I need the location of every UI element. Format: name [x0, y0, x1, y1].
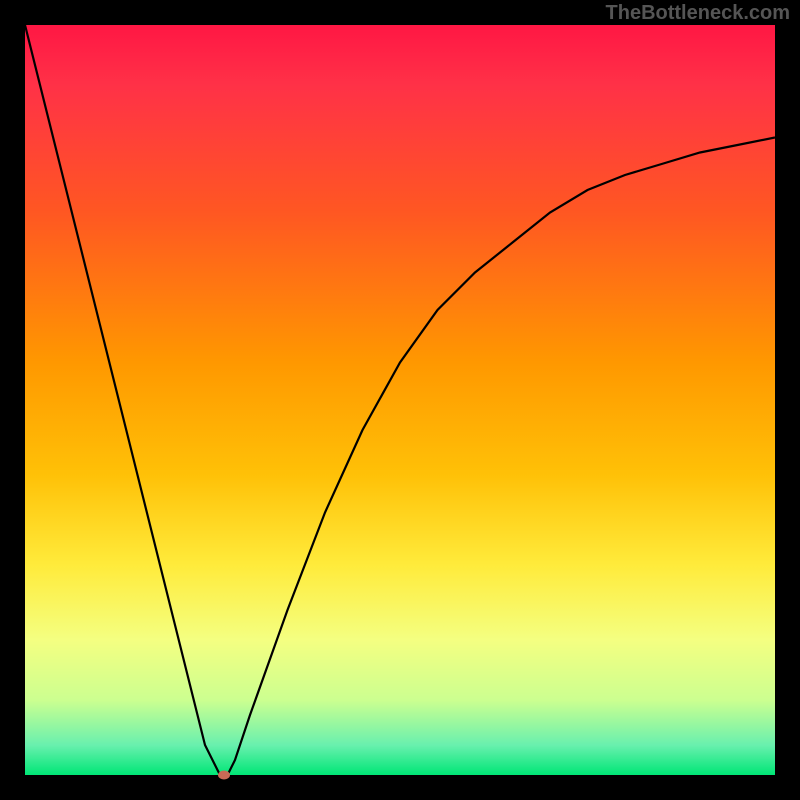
watermark-text: TheBottleneck.com: [606, 2, 790, 25]
bottleneck-curve: [25, 25, 775, 775]
chart-plot-area: [25, 25, 775, 775]
curve-svg: [25, 25, 775, 775]
optimal-point-marker: [218, 771, 230, 780]
